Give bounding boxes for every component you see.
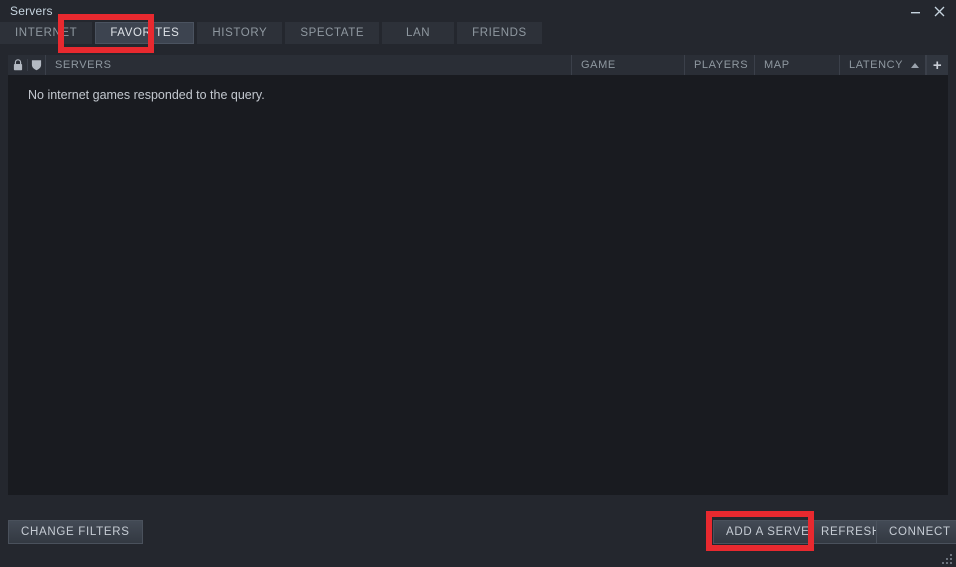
tab-spectate-label: SPECTATE [300, 27, 365, 39]
tab-lan-label: LAN [406, 27, 431, 39]
connect-button[interactable]: CONNECT [876, 520, 956, 544]
tab-bar: INTERNET FAVORITES HISTORY SPECTATE LAN … [0, 22, 956, 44]
column-header-map-label: MAP [764, 59, 790, 71]
window-titlebar: Servers [0, 0, 956, 22]
bottom-toolbar: CHANGE FILTERS ADD A SERVER REFRESH CONN… [0, 503, 956, 567]
tab-internet[interactable]: INTERNET [0, 22, 93, 44]
column-header-game-label: GAME [581, 59, 616, 71]
resize-grip[interactable] [938, 550, 952, 564]
shield-icon[interactable] [26, 59, 45, 71]
lock-icon[interactable] [9, 59, 27, 71]
minimize-button[interactable] [904, 1, 926, 21]
sort-ascending-icon [911, 62, 920, 68]
add-column-label: + [932, 56, 943, 74]
window-title: Servers [10, 4, 53, 18]
column-header-players[interactable]: PLAYERS [685, 55, 755, 75]
empty-list-message: No internet games responded to the query… [28, 88, 265, 102]
tab-history[interactable]: HISTORY [197, 22, 283, 44]
tab-lan[interactable]: LAN [382, 22, 455, 44]
column-header-row: SERVERS GAME PLAYERS MAP LATENCY + [8, 55, 948, 76]
server-list-panel: SERVERS GAME PLAYERS MAP LATENCY + No in… [8, 55, 948, 495]
tab-history-label: HISTORY [212, 27, 268, 39]
change-filters-button[interactable]: CHANGE FILTERS [8, 520, 143, 544]
tab-internet-label: INTERNET [15, 27, 78, 39]
tab-favorites-label: FAVORITES [110, 27, 180, 39]
add-column-button[interactable]: + [926, 55, 948, 75]
column-header-latency[interactable]: LATENCY [840, 55, 926, 75]
column-header-game[interactable]: GAME [572, 55, 685, 75]
tab-favorites[interactable]: FAVORITES [95, 22, 195, 44]
column-header-servers-label: SERVERS [55, 59, 112, 71]
server-list-body[interactable]: No internet games responded to the query… [8, 76, 948, 495]
column-header-players-label: PLAYERS [694, 59, 749, 71]
column-header-servers[interactable]: SERVERS [46, 55, 572, 75]
column-header-map[interactable]: MAP [755, 55, 840, 75]
tab-friends-label: FRIENDS [472, 27, 527, 39]
window-controls [904, 0, 950, 22]
tab-friends[interactable]: FRIENDS [457, 22, 542, 44]
column-header-icons [8, 55, 46, 75]
column-header-latency-label: LATENCY [849, 59, 904, 71]
close-button[interactable] [928, 1, 950, 21]
tab-spectate[interactable]: SPECTATE [285, 22, 380, 44]
